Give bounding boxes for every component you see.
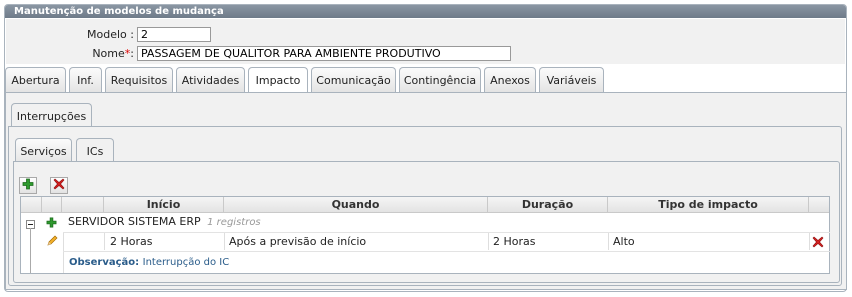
cell-tipo: Alto [613, 235, 635, 248]
edit-pencil-icon[interactable] [46, 235, 58, 250]
tree-line [30, 228, 31, 273]
observacao-value: Interrupção do IC [142, 257, 230, 268]
col-duracao[interactable]: Duração [488, 197, 608, 212]
tab-atividades[interactable]: Atividades [176, 67, 245, 92]
nome-label-text: Nome [92, 47, 125, 60]
cell-divider [608, 233, 609, 250]
row-divider [63, 232, 830, 233]
nome-label: Nome*: [66, 47, 134, 60]
tab-requisitos[interactable]: Requisitos [105, 67, 173, 92]
group-row: SERVIDOR SISTEMA ERP 1 registros [68, 214, 261, 230]
col-tipo-impacto[interactable]: Tipo de impacto [608, 197, 809, 212]
tab-servicos[interactable]: Serviços [15, 138, 72, 162]
ics-grid: Início Quando Duração Tipo de impacto SE… [20, 196, 830, 274]
cell-quando: Após a previsão de início [229, 235, 367, 248]
row-divider [63, 251, 830, 252]
cell-divider [224, 233, 225, 250]
cell-divider [809, 233, 810, 250]
cell-divider [104, 233, 105, 250]
modelo-field[interactable] [137, 27, 211, 42]
group-name: SERVIDOR SISTEMA ERP [68, 215, 201, 228]
nome-colon: : [130, 47, 134, 60]
observacao-label: Observação: [69, 257, 140, 268]
row-delete-icon[interactable] [812, 236, 824, 251]
observacao-row: Observação: Interrupção do IC [69, 254, 229, 270]
cell-duracao: 2 Horas [493, 235, 536, 248]
tab-interrupcoes[interactable]: Interrupções [11, 103, 92, 127]
tab-impacto[interactable]: Impacto [248, 67, 308, 93]
cell-inicio: 2 Horas [110, 235, 153, 248]
modelo-label: Modelo : [87, 28, 134, 41]
grid-header: Início Quando Duração Tipo de impacto [21, 197, 829, 213]
group-count: 1 registros [207, 217, 261, 228]
tab-abertura[interactable]: Abertura [5, 67, 66, 92]
cell-divider [488, 233, 489, 250]
nome-field[interactable] [137, 46, 511, 61]
delete-button[interactable] [50, 177, 68, 194]
tab-ics[interactable]: ICs [76, 138, 114, 162]
panel-title: Manutenção de modelos de mudança [5, 5, 846, 18]
expand-icon[interactable] [46, 217, 57, 231]
header-blank-2 [42, 197, 62, 212]
tab-contingencia[interactable]: Contingência [399, 67, 481, 92]
tab-comunicacao[interactable]: Comunicação [311, 67, 396, 92]
header-blank-1 [21, 197, 42, 212]
col-quando[interactable]: Quando [224, 197, 488, 212]
col-inicio[interactable]: Início [104, 197, 224, 212]
header-form: Modelo : Nome*: [6, 19, 845, 64]
tab-anexos[interactable]: Anexos [484, 67, 536, 92]
delete-icon [53, 178, 65, 193]
tab-variaveis[interactable]: Variáveis [539, 67, 604, 92]
tab-inf[interactable]: Inf. [69, 67, 102, 92]
main-tabbar: Abertura Inf. Requisitos Atividades Impa… [5, 67, 844, 93]
add-button[interactable] [19, 177, 37, 194]
header-blank-3 [62, 197, 104, 212]
add-icon [22, 178, 34, 193]
cell-divider [63, 233, 64, 273]
